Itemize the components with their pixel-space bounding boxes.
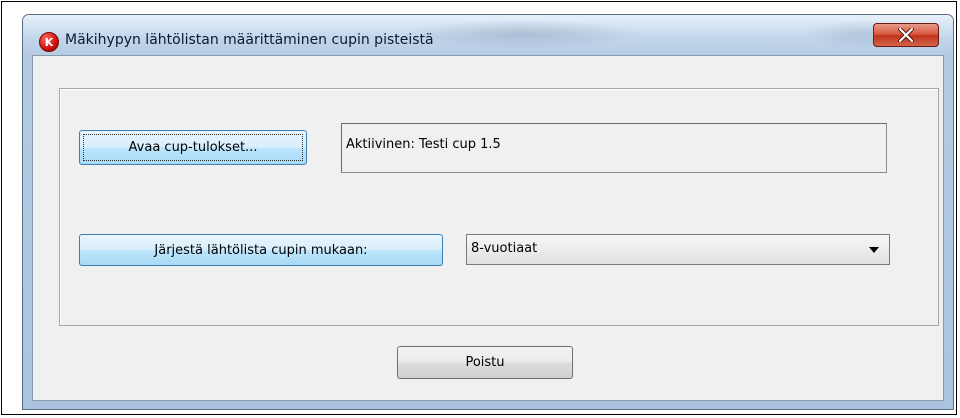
- chevron-down-icon[interactable]: [869, 247, 879, 253]
- category-select-value: 8-vuotiaat: [471, 241, 538, 256]
- exit-button-label: Poistu: [465, 355, 505, 370]
- focus-rectangle: [83, 134, 303, 161]
- sort-start-list-button[interactable]: Järjestä lähtölista cupin mukaan:: [79, 234, 443, 266]
- window-title: Mäkihypyn lähtölistan määrittäminen cupi…: [65, 32, 434, 48]
- active-cup-display: Aktiivinen: Testi cup 1.5: [341, 123, 887, 173]
- app-logo-icon: K: [39, 32, 59, 52]
- close-button[interactable]: [873, 23, 939, 47]
- title-bar-background-blur: [403, 19, 643, 49]
- category-select[interactable]: 8-vuotiaat: [466, 234, 890, 265]
- close-icon: [898, 28, 914, 42]
- exit-button[interactable]: Poistu: [397, 346, 573, 379]
- dialog-window: K Mäkihypyn lähtölistan määrittäminen cu…: [22, 14, 954, 410]
- sort-start-list-button-label: Järjestä lähtölista cupin mukaan:: [154, 242, 368, 258]
- open-cup-results-button[interactable]: Avaa cup-tulokset...: [79, 130, 307, 165]
- title-bar[interactable]: K Mäkihypyn lähtölistan määrittäminen cu…: [23, 15, 953, 57]
